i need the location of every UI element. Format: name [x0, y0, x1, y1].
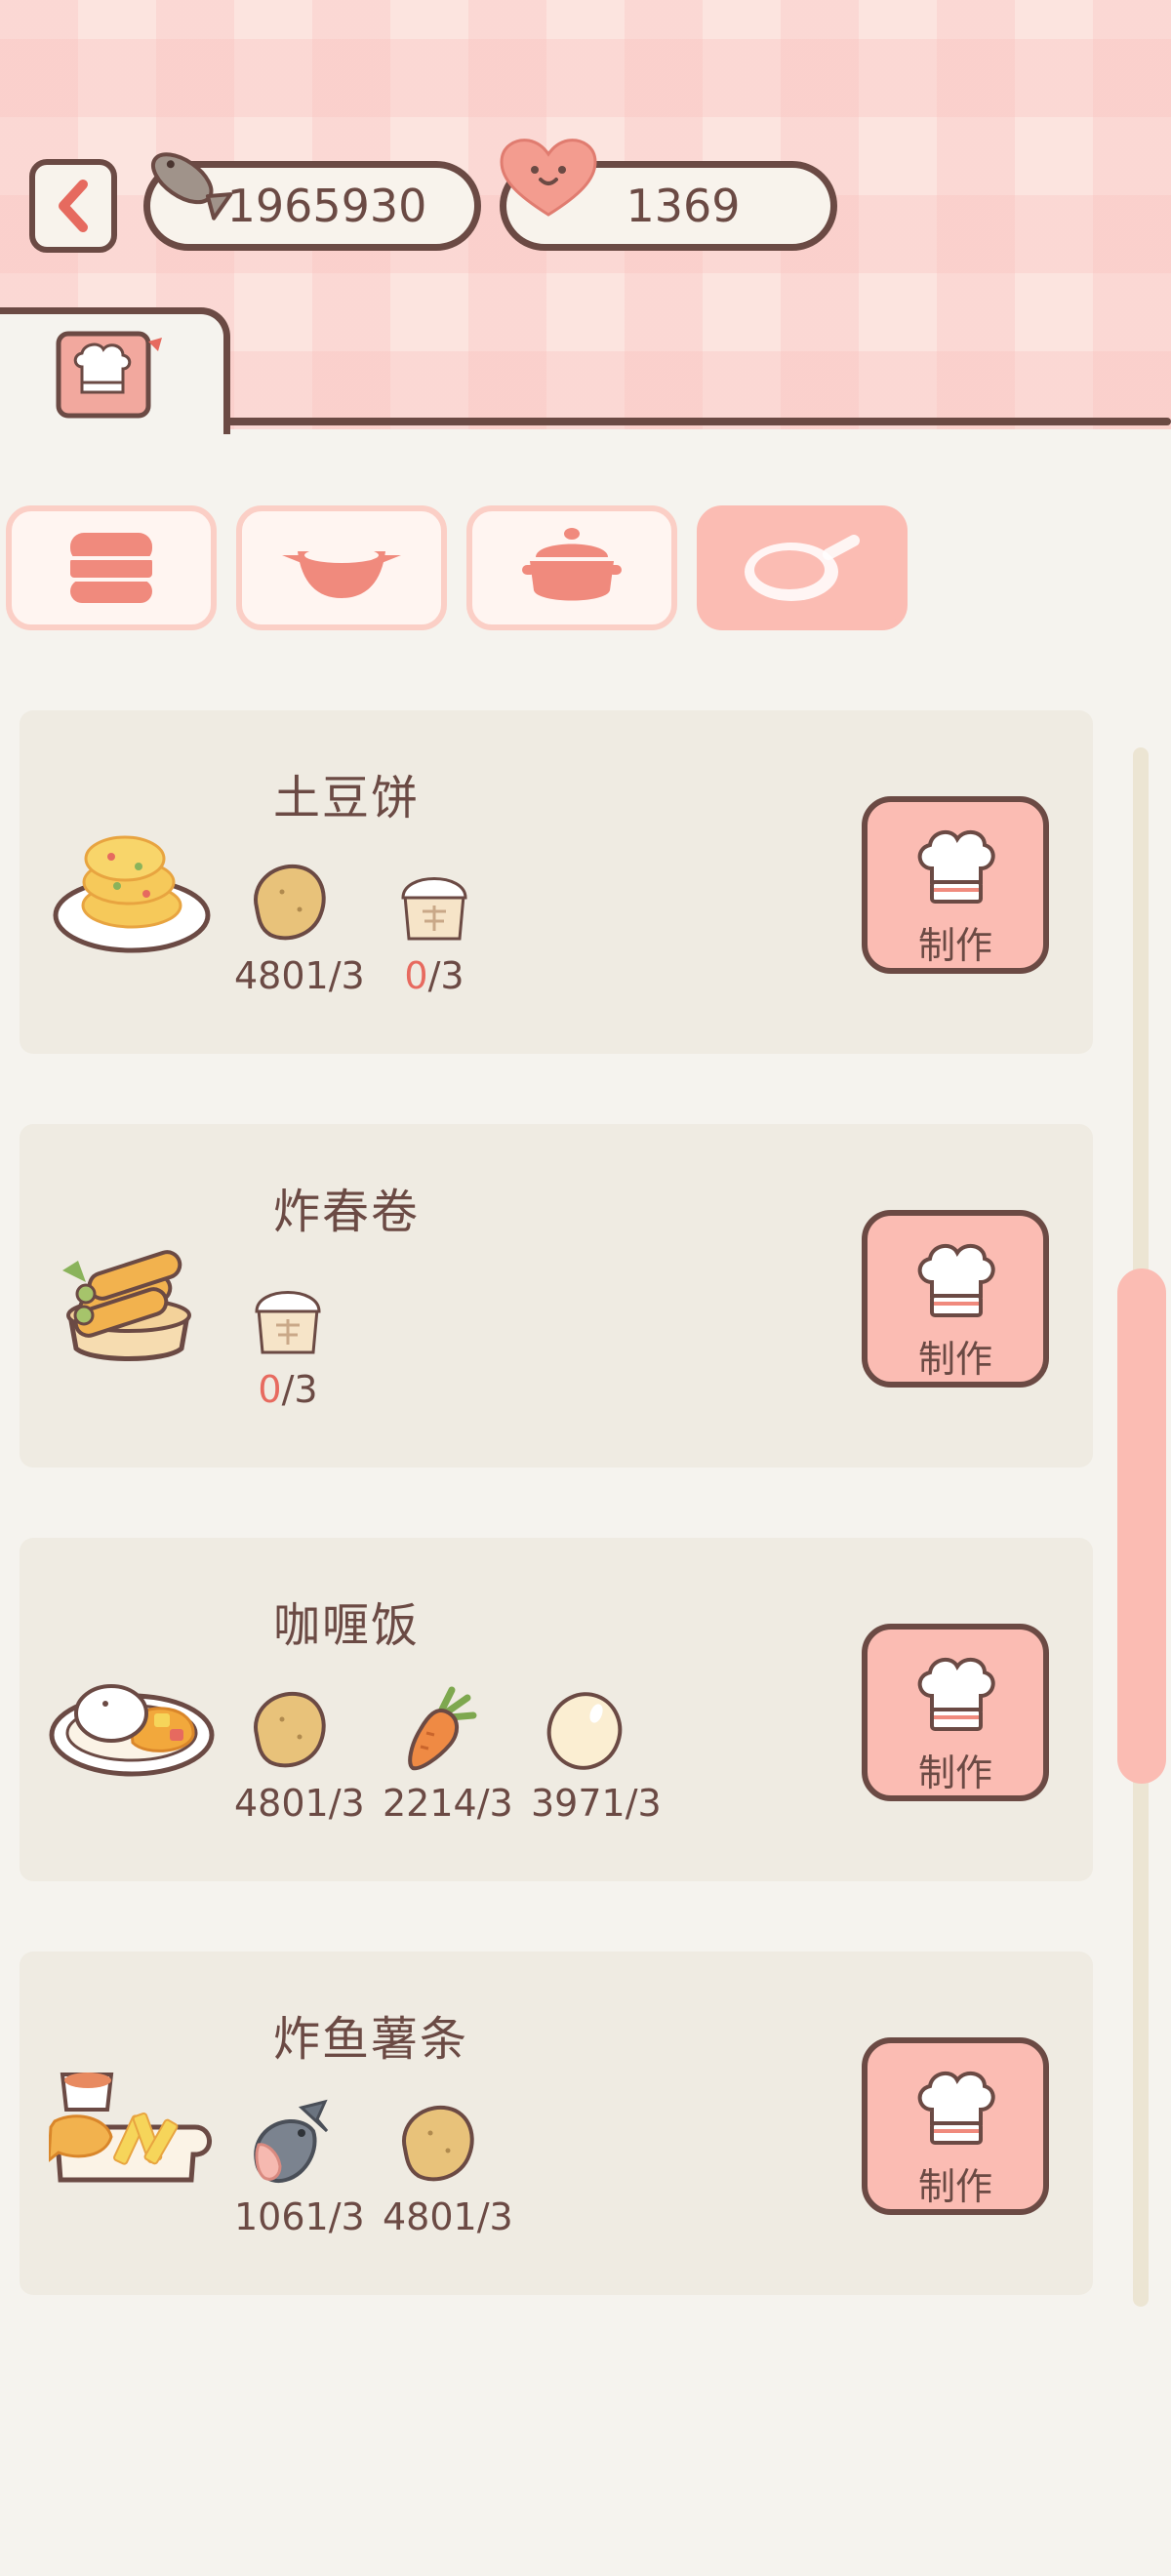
- ingredient-have: 0: [404, 954, 428, 997]
- ingredient-have: 4801: [234, 1782, 329, 1825]
- ingredient-need: /3: [281, 1368, 318, 1411]
- chef-hat-icon: [917, 1657, 995, 1731]
- recipe-title: 炸鱼薯条: [273, 2012, 469, 2067]
- chef-hat-icon: [917, 1243, 995, 1317]
- recipe-card-spring-rolls: 炸春卷 0/3 制作: [20, 1124, 1093, 1468]
- ingredient-have: 4801: [383, 2195, 477, 2238]
- ingredient-potato: 4801/3: [234, 857, 365, 997]
- ingredient-need: /3: [625, 1782, 662, 1825]
- curry-rice-icon: [49, 1684, 215, 1777]
- flour-icon: [401, 877, 467, 941]
- ingredient-potato: 4801/3: [383, 2098, 513, 2238]
- ingredient-need: /3: [328, 1782, 365, 1825]
- steamer-icon: [70, 533, 152, 603]
- category-steamer-button[interactable]: [6, 505, 217, 630]
- potato-icon: [254, 1691, 326, 1768]
- ingredient-flour: 0/3: [234, 1270, 342, 1411]
- make-button[interactable]: 制作: [862, 796, 1049, 974]
- category-wok-button[interactable]: [236, 505, 447, 630]
- heart-icon: [500, 139, 597, 217]
- ingredient-fish: 1061/3: [234, 2098, 365, 2238]
- make-button-label: 制作: [917, 2165, 992, 2208]
- carrot-icon: [408, 1686, 477, 1771]
- scrollbar-thumb[interactable]: [1117, 1268, 1166, 1784]
- chevron-left-icon: [59, 180, 88, 232]
- chef-hat-icon: [917, 2071, 995, 2145]
- recipe-title: 炸春卷: [273, 1185, 421, 1239]
- ingredient-need: /3: [476, 1782, 513, 1825]
- make-button[interactable]: 制作: [862, 1210, 1049, 1388]
- back-button[interactable]: [29, 159, 117, 253]
- fish-icon: [151, 152, 233, 221]
- recipe-card-fish-and-chips: 炸鱼薯条 1061/3 4801/3 制作: [20, 1952, 1093, 2295]
- ingredient-egg: 3971/3: [531, 1684, 662, 1825]
- ingredient-need: /3: [328, 2195, 365, 2238]
- potato-icon: [402, 2105, 474, 2182]
- make-button-label: 制作: [917, 1751, 992, 1794]
- fish-icon: [254, 2099, 329, 2183]
- ingredient-have: 2214: [383, 1782, 477, 1825]
- header-divider: [222, 418, 1171, 425]
- make-button-label: 制作: [917, 924, 992, 967]
- make-button-label: 制作: [917, 1338, 992, 1381]
- ingredient-potato: 4801/3: [234, 1684, 365, 1825]
- ingredient-need: /3: [476, 2195, 513, 2238]
- potato-pancake-icon: [53, 835, 211, 953]
- category-frying-pan-button[interactable]: [697, 505, 908, 630]
- make-button[interactable]: 制作: [862, 1624, 1049, 1801]
- ingredient-flour: 0/3: [381, 857, 488, 997]
- fish-and-chips-icon: [49, 2073, 212, 2183]
- chef-recipe-book-icon: [56, 331, 162, 419]
- recipe-title: 土豆饼: [273, 771, 421, 825]
- ingredient-have: 4801: [234, 954, 329, 997]
- ingredient-have: 0: [258, 1368, 282, 1411]
- category-pot-button[interactable]: [466, 505, 677, 630]
- egg-icon: [546, 1692, 623, 1770]
- tab-recipes[interactable]: [0, 307, 230, 434]
- ingredient-need: /3: [328, 954, 365, 997]
- frying-pan-icon: [745, 535, 860, 601]
- pot-icon: [522, 528, 622, 601]
- recipe-card-curry-rice: 咖喱饭 4801/3 2214/3 3971/3 制作: [20, 1538, 1093, 1881]
- ingredient-have: 3971: [531, 1782, 626, 1825]
- flour-icon: [255, 1291, 321, 1354]
- wok-icon: [282, 547, 401, 598]
- heart-count: 1369: [626, 180, 741, 232]
- make-button[interactable]: 制作: [862, 2037, 1049, 2215]
- chef-hat-icon: [917, 829, 995, 904]
- spring-rolls-icon: [62, 1250, 191, 1361]
- potato-icon: [254, 864, 326, 941]
- ingredient-have: 1061: [234, 2195, 329, 2238]
- recipe-card-potato-pancake: 土豆饼 4801/3 0/3 制作: [20, 710, 1093, 1054]
- recipe-title: 咖喱饭: [273, 1598, 421, 1653]
- ingredient-carrot: 2214/3: [383, 1684, 513, 1825]
- ingredient-need: /3: [427, 954, 464, 997]
